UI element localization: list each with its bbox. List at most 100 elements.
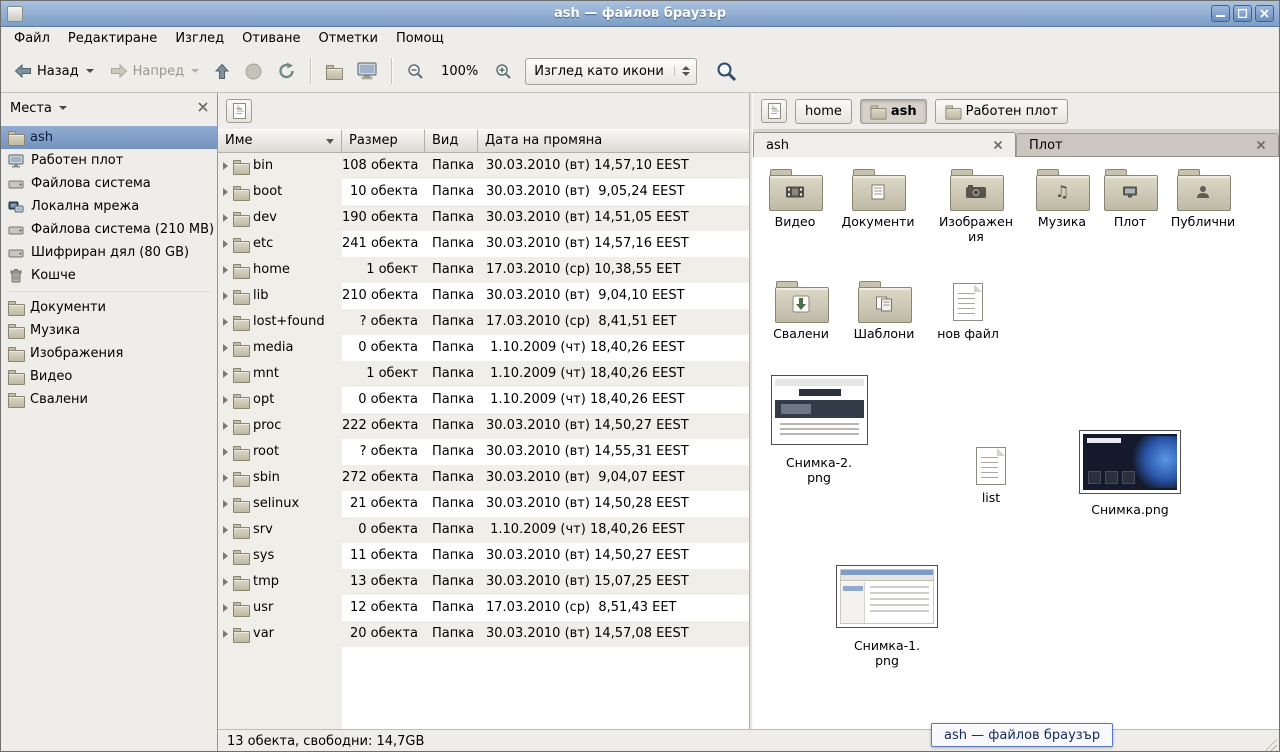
zoom-out-button[interactable] bbox=[400, 58, 431, 85]
back-history-dropdown-icon[interactable] bbox=[86, 69, 94, 73]
expander-icon[interactable] bbox=[223, 214, 228, 222]
file-row[interactable]: proc 222 обекта Папка 30.03.2010 (вт) 14… bbox=[218, 413, 749, 439]
sidebar-item-ash[interactable]: ash bbox=[1, 126, 217, 149]
file-row[interactable]: var 20 обекта Папка 30.03.2010 (вт) 14,5… bbox=[218, 621, 749, 647]
sidebar-title[interactable]: Места bbox=[10, 101, 52, 116]
file-row[interactable]: bin 108 обекта Папка 30.03.2010 (вт) 14,… bbox=[218, 153, 749, 179]
column-header-name[interactable]: Име bbox=[218, 129, 342, 153]
file-row[interactable]: sys 11 обекта Папка 30.03.2010 (вт) 14,5… bbox=[218, 543, 749, 569]
sidebar-item-downloads[interactable]: Свалени bbox=[1, 388, 217, 411]
expander-icon[interactable] bbox=[223, 292, 228, 300]
expander-icon[interactable] bbox=[223, 500, 228, 508]
home-button[interactable] bbox=[319, 60, 348, 83]
breadcrumb-ash[interactable]: ash bbox=[860, 99, 927, 124]
icon-view-item-downloads[interactable]: Свалени bbox=[759, 279, 843, 341]
back-button[interactable]: Назад bbox=[7, 59, 101, 84]
expander-icon[interactable] bbox=[223, 422, 228, 430]
toggle-location-entry-button[interactable] bbox=[226, 99, 252, 123]
expander-icon[interactable] bbox=[223, 578, 228, 586]
expander-icon[interactable] bbox=[223, 630, 228, 638]
menu-bookmarks[interactable]: Отметки bbox=[309, 28, 386, 49]
breadcrumb-desktop[interactable]: Работен плот bbox=[935, 99, 1068, 124]
sidebar-close-button[interactable] bbox=[198, 101, 208, 116]
expander-icon[interactable] bbox=[223, 474, 228, 482]
file-row[interactable]: boot 10 обекта Папка 30.03.2010 (вт) 9,0… bbox=[218, 179, 749, 205]
file-row[interactable]: usr 12 обекта Папка 17.03.2010 (ср) 8,51… bbox=[218, 595, 749, 621]
file-row[interactable]: sbin 272 обекта Папка 30.03.2010 (вт) 9,… bbox=[218, 465, 749, 491]
up-button[interactable] bbox=[208, 58, 236, 85]
file-row[interactable]: lost+found ? обекта Папка 17.03.2010 (ср… bbox=[218, 309, 749, 335]
stop-button[interactable] bbox=[238, 58, 269, 85]
file-row[interactable]: tmp 13 обекта Папка 30.03.2010 (вт) 15,0… bbox=[218, 569, 749, 595]
icon-view-item-new-file[interactable]: нов файл bbox=[926, 279, 1010, 341]
column-header-type[interactable]: Вид bbox=[425, 129, 478, 153]
menu-go[interactable]: Отиване bbox=[233, 28, 309, 49]
expander-icon[interactable] bbox=[223, 318, 228, 326]
file-row[interactable]: srv 0 обекта Папка 1.10.2009 (чт) 18,40,… bbox=[218, 517, 749, 543]
sidebar-item-music[interactable]: Музика bbox=[1, 319, 217, 342]
maximize-button[interactable] bbox=[1233, 5, 1252, 22]
sidebar-item-documents[interactable]: Документи bbox=[1, 296, 217, 319]
icon-view-item-snimka2[interactable]: Снимка-2.png bbox=[767, 375, 871, 485]
sidebar-selector-icon[interactable] bbox=[59, 106, 67, 110]
sidebar-item-filesystem[interactable]: Файлова система bbox=[1, 172, 217, 195]
sidebar-item-trash[interactable]: Кошче bbox=[1, 264, 217, 287]
forward-button[interactable]: Напред bbox=[103, 59, 206, 84]
toggle-location-entry-button[interactable] bbox=[761, 99, 787, 123]
icon-view-item-desktop-folder[interactable]: Плот bbox=[1088, 167, 1172, 229]
file-row[interactable]: opt 0 обекта Папка 1.10.2009 (чт) 18,40,… bbox=[218, 387, 749, 413]
expander-icon[interactable] bbox=[223, 370, 228, 378]
expander-icon[interactable] bbox=[223, 188, 228, 196]
expander-icon[interactable] bbox=[223, 448, 228, 456]
breadcrumb-home[interactable]: home bbox=[795, 99, 852, 124]
icon-view-item-snimka1[interactable]: Снимка-1.png bbox=[835, 565, 939, 668]
tab-ash[interactable]: ash bbox=[753, 132, 1016, 157]
icon-view-item-videos[interactable]: Видео bbox=[753, 167, 837, 229]
expander-icon[interactable] bbox=[223, 552, 228, 560]
sidebar-item-network[interactable]: Локална мрежа bbox=[1, 195, 217, 218]
file-row[interactable]: selinux 21 обекта Папка 30.03.2010 (вт) … bbox=[218, 491, 749, 517]
menu-file[interactable]: Файл bbox=[5, 28, 59, 49]
resize-grip[interactable] bbox=[1263, 737, 1277, 751]
file-row[interactable]: root ? обекта Папка 30.03.2010 (вт) 14,5… bbox=[218, 439, 749, 465]
expander-icon[interactable] bbox=[223, 344, 228, 352]
tab-desktop[interactable]: Плот bbox=[1016, 133, 1279, 156]
file-row[interactable]: dev 190 обекта Папка 30.03.2010 (вт) 14,… bbox=[218, 205, 749, 231]
expander-icon[interactable] bbox=[223, 604, 228, 612]
icon-view-item-snimka[interactable]: Снимка.png bbox=[1076, 430, 1184, 517]
sidebar-item-encrypted-80gb[interactable]: Шифриран дял (80 GB) bbox=[1, 241, 217, 264]
search-button[interactable] bbox=[709, 56, 744, 87]
minimize-button[interactable] bbox=[1211, 5, 1230, 22]
icon-view-item-documents[interactable]: Документи bbox=[836, 167, 920, 229]
file-row[interactable]: home 1 обект Папка 17.03.2010 (ср) 10,38… bbox=[218, 257, 749, 283]
sidebar-item-volume-210mb[interactable]: Файлова система (210 MB) bbox=[1, 218, 217, 241]
zoom-in-button[interactable] bbox=[488, 58, 519, 85]
file-row[interactable]: mnt 1 обект Папка 1.10.2009 (чт) 18,40,2… bbox=[218, 361, 749, 387]
icon-view-item-public[interactable]: Публични bbox=[1161, 167, 1245, 229]
expander-icon[interactable] bbox=[223, 396, 228, 404]
icon-view-item-pictures[interactable]: Изображения bbox=[934, 167, 1018, 244]
column-header-date[interactable]: Дата на промяна bbox=[478, 129, 749, 153]
file-row[interactable]: lib 210 обекта Папка 30.03.2010 (вт) 9,0… bbox=[218, 283, 749, 309]
file-row[interactable]: etc 241 обекта Папка 30.03.2010 (вт) 14,… bbox=[218, 231, 749, 257]
computer-button[interactable] bbox=[350, 57, 384, 85]
menu-edit[interactable]: Редактиране bbox=[59, 28, 166, 49]
expander-icon[interactable] bbox=[223, 162, 228, 170]
expander-icon[interactable] bbox=[223, 266, 228, 274]
sidebar-item-pictures[interactable]: Изображения bbox=[1, 342, 217, 365]
icon-view-item-templates[interactable]: Шаблони bbox=[842, 279, 926, 341]
sidebar-item-desktop[interactable]: Работен плот bbox=[1, 149, 217, 172]
menu-help[interactable]: Помощ bbox=[387, 28, 453, 49]
view-mode-selector[interactable]: Изглед като икони bbox=[525, 58, 697, 85]
titlebar[interactable]: ash — файлов браузър bbox=[1, 1, 1279, 27]
tab-close-button[interactable] bbox=[993, 140, 1003, 150]
file-row[interactable]: media 0 обекта Папка 1.10.2009 (чт) 18,4… bbox=[218, 335, 749, 361]
close-button[interactable] bbox=[1255, 5, 1274, 22]
column-header-size[interactable]: Размер bbox=[342, 129, 425, 153]
expander-icon[interactable] bbox=[223, 526, 228, 534]
menu-view[interactable]: Изглед bbox=[166, 28, 233, 49]
reload-button[interactable] bbox=[271, 57, 303, 85]
icon-view-item-list-file[interactable]: list bbox=[949, 443, 1033, 505]
tab-close-button[interactable] bbox=[1256, 140, 1266, 150]
sidebar-item-videos[interactable]: Видео bbox=[1, 365, 217, 388]
